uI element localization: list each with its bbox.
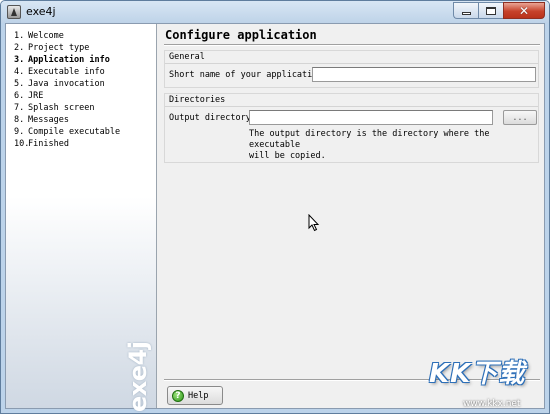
step-label: Splash screen bbox=[28, 103, 95, 113]
step-finished[interactable]: 10.Finished bbox=[14, 138, 156, 150]
watermark-url: www.kkx.net bbox=[463, 399, 521, 409]
window-title: exe4j bbox=[26, 5, 56, 18]
watermark-logo: KK下载 bbox=[429, 359, 526, 389]
directories-heading: Directories bbox=[169, 95, 226, 105]
step-splash-screen[interactable]: 7. Splash screen bbox=[14, 102, 156, 114]
step-label: JRE bbox=[28, 91, 44, 101]
wizard-client-area: 1. Welcome 2. Project type 3. Application i… bbox=[5, 23, 545, 412]
step-messages[interactable]: 8. Messages bbox=[14, 114, 156, 126]
step-application-info[interactable]: 3. Application info bbox=[14, 54, 156, 66]
step-number: 3. bbox=[14, 55, 25, 65]
step-number: 6. bbox=[14, 91, 25, 101]
step-executable-info[interactable]: 4. Executable info bbox=[14, 66, 156, 78]
general-group: General Short name of your application: bbox=[164, 50, 539, 88]
group-divider bbox=[165, 63, 538, 64]
directories-group: Directories Output directory: ... The ou… bbox=[164, 93, 539, 163]
step-number: 8. bbox=[14, 115, 25, 125]
step-number: 7. bbox=[14, 103, 25, 113]
step-project-type[interactable]: 2. Project type bbox=[14, 42, 156, 54]
step-label: Application info bbox=[28, 55, 110, 65]
help-icon: ? bbox=[172, 389, 184, 402]
output-directory-input[interactable] bbox=[249, 110, 493, 125]
window-controls: ✕ bbox=[453, 2, 545, 19]
mouse-cursor-icon bbox=[308, 214, 320, 232]
step-label: Messages bbox=[28, 115, 69, 125]
short-name-label: Short name of your application: bbox=[169, 70, 328, 80]
help-button-label: Help bbox=[188, 390, 209, 401]
output-directory-hint: The output directory is the directory wh… bbox=[249, 129, 490, 161]
main-panel: Configure application General Short name… bbox=[158, 24, 544, 408]
help-button[interactable]: ? Help bbox=[167, 386, 223, 405]
step-label: Finished bbox=[28, 139, 69, 149]
step-number: 1. bbox=[14, 31, 25, 41]
steps-list: 1. Welcome 2. Project type 3. Application i… bbox=[6, 24, 156, 150]
page-title: Configure application bbox=[165, 28, 317, 42]
step-number: 4. bbox=[14, 67, 25, 77]
short-name-input[interactable] bbox=[312, 67, 536, 82]
exe4j-window: exe4j ✕ 1. Welcome 2. Project type 3. Appli… bbox=[0, 0, 550, 414]
kkx-watermark: KK下载 www.kkx.net bbox=[419, 353, 549, 413]
step-compile-executable[interactable]: 9. Compile executable bbox=[14, 126, 156, 138]
title-bar[interactable]: exe4j ✕ bbox=[1, 1, 549, 23]
output-directory-label: Output directory: bbox=[169, 113, 256, 123]
step-number: 10. bbox=[14, 139, 30, 149]
browse-button[interactable]: ... bbox=[503, 110, 537, 125]
step-label: Welcome bbox=[28, 31, 64, 41]
app-icon bbox=[7, 5, 21, 19]
general-heading: General bbox=[169, 52, 205, 62]
step-number: 9. bbox=[14, 127, 25, 137]
step-java-invocation[interactable]: 5. Java invocation bbox=[14, 78, 156, 90]
step-number: 5. bbox=[14, 79, 25, 89]
step-label: Project type bbox=[28, 43, 90, 53]
maximize-button[interactable] bbox=[478, 2, 503, 19]
wizard-steps-sidebar: 1. Welcome 2. Project type 3. Application i… bbox=[6, 24, 157, 412]
group-divider bbox=[165, 106, 538, 107]
close-icon: ✕ bbox=[518, 3, 530, 18]
step-welcome[interactable]: 1. Welcome bbox=[14, 30, 156, 42]
close-button[interactable]: ✕ bbox=[503, 2, 545, 19]
maximize-icon bbox=[486, 6, 496, 15]
step-jre[interactable]: 6. JRE bbox=[14, 90, 156, 102]
exe4j-brand-logo: exe4j bbox=[124, 341, 152, 412]
step-number: 2. bbox=[14, 43, 25, 53]
step-label: Java invocation bbox=[28, 79, 105, 89]
title-divider bbox=[164, 44, 540, 46]
step-label: Executable info bbox=[28, 67, 105, 77]
step-label: Compile executable bbox=[28, 127, 121, 137]
minimize-button[interactable] bbox=[453, 2, 478, 19]
minimize-icon bbox=[461, 12, 471, 15]
